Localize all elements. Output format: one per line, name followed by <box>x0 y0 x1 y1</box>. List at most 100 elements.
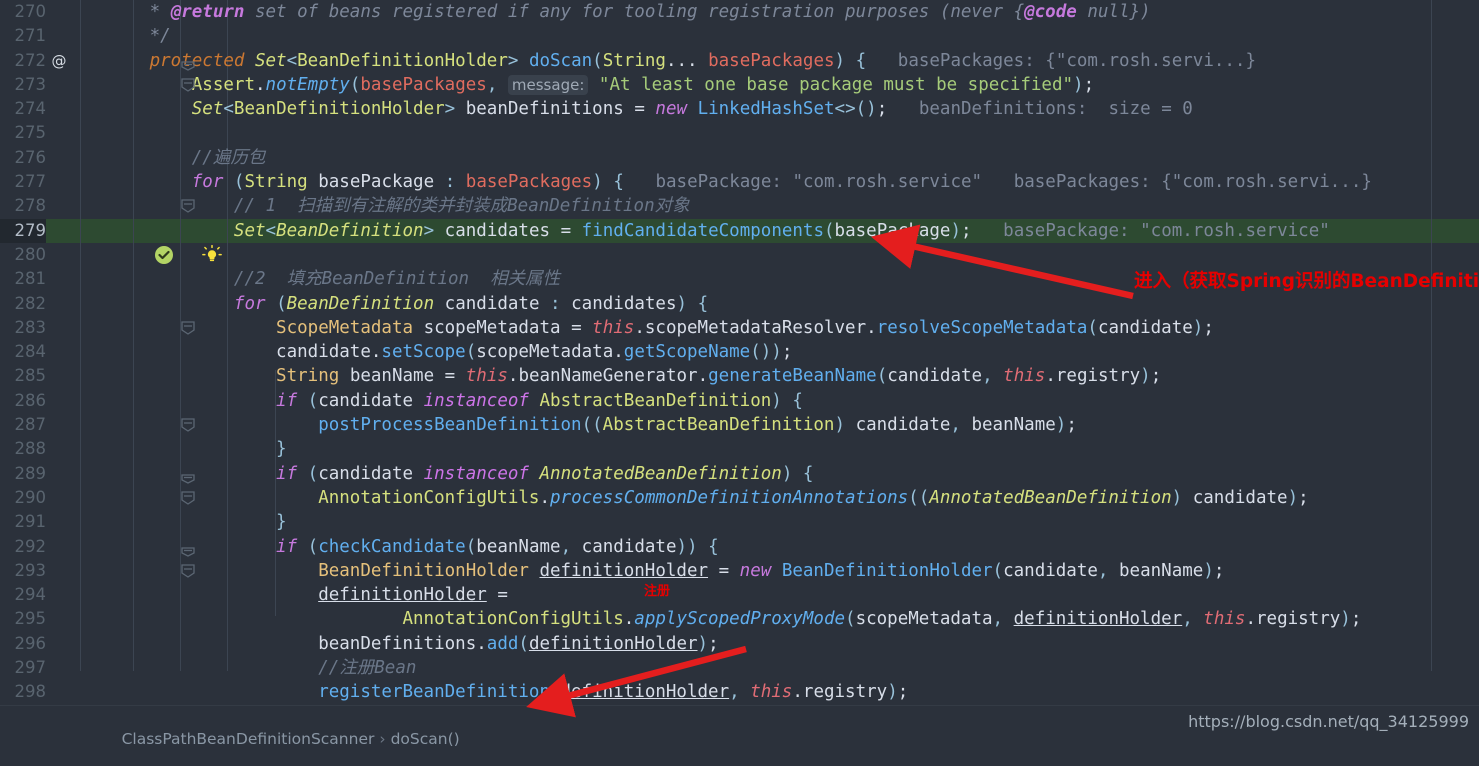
line-number: 278 <box>14 196 47 216</box>
code-line[interactable]: 290 AnnotationConfigUtils.processCommonD… <box>0 486 1479 510</box>
fold-end-icon[interactable] <box>72 510 196 557</box>
ide-window: 270 * @return set of beans registered if… <box>0 0 1479 748</box>
inline-parameter-hint: message: <box>507 74 589 95</box>
right-margin-guide <box>1431 0 1432 671</box>
line-content: String beanName = this.beanNameGenerator… <box>276 366 1162 387</box>
code-line[interactable]: 293 BeanDefinitionHolder definitionHolde… <box>0 559 1479 583</box>
line-content: postProcessBeanDefinition((AbstractBeanD… <box>318 415 1077 436</box>
code-line[interactable]: 294 definitionHolder = <box>0 583 1479 607</box>
code-line[interactable]: 276 //遍历包 <box>0 146 1479 170</box>
code-line[interactable]: 274 Set<BeanDefinitionHolder> beanDefini… <box>0 97 1479 121</box>
code-line[interactable]: 283 ScopeMetadata scopeMetadata = this.s… <box>0 316 1479 340</box>
line-number: 270 <box>14 2 47 21</box>
line-number: 290 <box>14 487 47 507</box>
line-number: 289 <box>14 463 47 483</box>
line-number: 275 <box>14 123 47 143</box>
code-line[interactable]: 297 //注册Bean <box>0 656 1479 680</box>
line-number: 280 <box>14 244 47 264</box>
lightbulb-icon[interactable] <box>96 220 223 262</box>
breadcrumb[interactable]: ClassPathBeanDefinitionScanner › doScan() <box>92 712 460 766</box>
code-line[interactable]: 295 AnnotationConfigUtils.applyScopedPro… <box>0 607 1479 631</box>
line-number: 285 <box>14 366 47 386</box>
line-number: 288 <box>14 439 47 459</box>
code-line[interactable]: 270 * @return set of beans registered if… <box>0 0 1479 24</box>
line-number: 276 <box>14 147 47 167</box>
line-content: //注册Bean <box>318 658 417 679</box>
line-content: AnnotationConfigUtils.processCommonDefin… <box>318 487 1309 508</box>
line-content: beanDefinitions.add(definitionHolder); <box>318 633 719 654</box>
code-line[interactable]: 282 for (BeanDefinition candidate : cand… <box>0 292 1479 335</box>
line-number: 284 <box>14 342 47 362</box>
code-line[interactable]: 273 Assert.notEmpty(basePackages, messag… <box>0 73 1479 97</box>
line-number: 273 <box>14 74 47 94</box>
breadcrumb-method[interactable]: doScan() <box>391 730 460 748</box>
line-number: 292 <box>14 536 47 556</box>
line-content: BeanDefinitionHolder definitionHolder = … <box>318 560 1225 581</box>
code-line[interactable]: 289 if (candidate instanceof AnnotatedBe… <box>0 462 1479 505</box>
line-number: 296 <box>14 633 47 653</box>
line-number: 298 <box>14 682 47 702</box>
line-content: Set<BeanDefinition> candidates = findCan… <box>233 220 1330 241</box>
code-lines: 270 * @return set of beans registered if… <box>0 0 1479 706</box>
line-content: } <box>118 705 287 706</box>
line-content: registerBeanDefinition(definitionHolder,… <box>318 682 909 703</box>
fold-start-icon[interactable] <box>72 389 196 432</box>
line-number: 297 <box>14 658 47 678</box>
code-line[interactable]: 285 String beanName = this.beanNameGener… <box>0 364 1479 388</box>
code-line-current[interactable]: 279 Set<BeanDefinition> candidates = fin… <box>0 218 1479 264</box>
line-content: if (candidate instanceof AbstractBeanDef… <box>276 390 803 411</box>
line-content: Assert.notEmpty(basePackages, message: "… <box>191 74 1095 95</box>
code-line[interactable]: 286 if (candidate instanceof AbstractBea… <box>0 389 1479 432</box>
fold-end-icon[interactable] <box>72 24 196 71</box>
line-content: AnnotationConfigUtils.applyScopedProxyMo… <box>402 609 1362 630</box>
breadcrumb-separator-icon: › <box>379 730 386 748</box>
line-content: Set<BeanDefinitionHolder> beanDefinition… <box>191 99 1193 120</box>
line-content: candidate.setScope(scopeMetadata.getScop… <box>276 342 793 363</box>
code-line[interactable]: 291 } <box>0 510 1479 557</box>
annotation-marker-icon[interactable]: @ <box>46 49 72 73</box>
line-number: 282 <box>14 293 47 313</box>
code-line[interactable]: 296 beanDefinitions.add(definitionHolder… <box>0 632 1479 656</box>
code-line[interactable]: 292 if (checkCandidate(beanName, candida… <box>0 535 1479 578</box>
line-number: 293 <box>14 560 47 580</box>
fold-start-icon[interactable] <box>72 170 196 214</box>
line-content: if (checkCandidate(beanName, candidate))… <box>276 536 719 557</box>
code-line[interactable]: 277 for (String basePackage : basePackag… <box>0 170 1479 214</box>
line-content: //遍历包 <box>191 147 266 168</box>
code-line[interactable]: 281 //2 填充BeanDefinition 相关属性 <box>0 267 1479 291</box>
line-number: 271 <box>14 26 47 46</box>
line-number: 281 <box>14 269 47 289</box>
line-number: 299 <box>0 705 46 706</box>
code-line[interactable]: 288 } <box>0 437 1479 484</box>
line-number: 283 <box>14 317 47 337</box>
line-number: 272 <box>14 50 47 70</box>
code-line[interactable]: 287 postProcessBeanDefinition((AbstractB… <box>0 413 1479 437</box>
code-editor[interactable]: 270 * @return set of beans registered if… <box>0 0 1479 706</box>
code-line[interactable]: 272 @ protected Set<BeanDefinitionHolder… <box>0 49 1479 92</box>
line-number: 291 <box>14 512 47 532</box>
breadcrumb-class[interactable]: ClassPathBeanDefinitionScanner <box>122 730 375 748</box>
line-number: 286 <box>14 390 47 410</box>
fold-start-icon[interactable] <box>72 462 196 505</box>
fold-start-icon[interactable] <box>72 535 196 578</box>
check-circle-icon[interactable] <box>46 219 174 264</box>
status-bar: ClassPathBeanDefinitionScanner › doScan() … <box>0 705 1479 748</box>
code-line[interactable]: 271 */ <box>0 24 1479 71</box>
line-content: for (String basePackage : basePackages) … <box>191 172 1372 193</box>
fold-end-icon[interactable] <box>72 705 94 706</box>
line-number: 279 <box>0 218 46 243</box>
line-number: 277 <box>14 172 47 192</box>
code-line[interactable]: 278 // 1 扫描到有注解的类并封装成BeanDefinition对象 <box>0 194 1479 218</box>
code-line[interactable]: 298 registerBeanDefinition(definitionHol… <box>0 680 1479 704</box>
code-line[interactable]: 275 <box>0 121 1479 145</box>
line-number: 295 <box>14 609 47 629</box>
fold-start-icon[interactable] <box>72 49 196 92</box>
line-content: protected Set<BeanDefinitionHolder> doSc… <box>149 50 1257 71</box>
line-content: for (BeanDefinition candidate : candidat… <box>233 293 709 314</box>
line-content: if (candidate instanceof AnnotatedBeanDe… <box>276 463 814 484</box>
line-number: 294 <box>14 585 47 605</box>
line-content: // 1 扫描到有注解的类并封装成BeanDefinition对象 <box>233 196 690 217</box>
code-line[interactable]: 284 candidate.setScope(scopeMetadata.get… <box>0 340 1479 364</box>
fold-end-icon[interactable] <box>72 437 196 484</box>
line-number: 287 <box>14 415 47 435</box>
